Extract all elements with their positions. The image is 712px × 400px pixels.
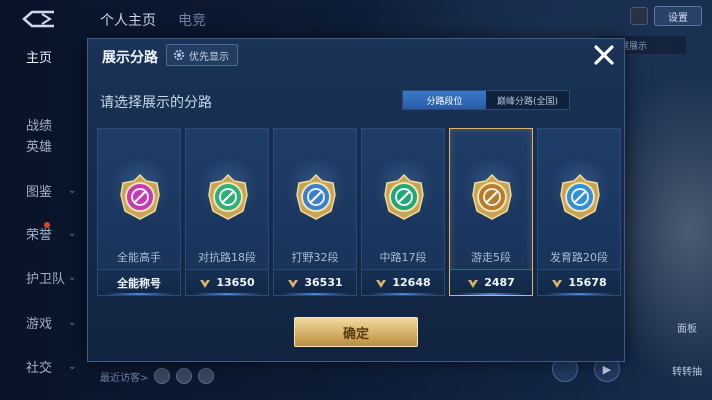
rank-emblem-icon [472, 173, 512, 220]
sidebar-item[interactable]: 护卫队 ⌄ [0, 264, 86, 290]
rank-emblem-icon [120, 173, 160, 220]
sidebar-item[interactable]: 图鉴 ⌄ [0, 177, 86, 203]
lane-score-bar: 13650 [186, 269, 268, 295]
lane-score: 13650 [216, 276, 255, 289]
bottom-right-panel[interactable]: 面板 转转抽 [672, 320, 702, 378]
rank-emblem-icon [560, 173, 600, 220]
sidebar-item[interactable]: 社交 ⌄ [0, 353, 86, 379]
lane-score-bar: 36531 [274, 269, 356, 295]
tab-lane-rank[interactable]: 分路段位 [403, 91, 486, 109]
card-underline [544, 293, 614, 295]
card-underline [192, 293, 262, 295]
sidebar-item-label: 护卫队 [26, 271, 66, 287]
top-tabs: 个人主页 电竞 [100, 10, 206, 30]
lane-score-bar: 15678 [538, 269, 620, 295]
lane-card-list: 全能高手 全能称号 对抗路18段 13650 打野32段 36531 中路17段 12648 游… [97, 128, 621, 296]
rank-emblem-icon [296, 173, 336, 220]
lane-name: 发育路20段 [550, 251, 608, 264]
rank-emblem-icon [384, 173, 424, 220]
chevron-down-icon: ⌄ [68, 271, 77, 283]
visitor-avatar[interactable] [198, 368, 215, 384]
sidebar-item[interactable]: 英雄 [0, 132, 86, 158]
lane-name: 游走5段 [471, 251, 511, 264]
sidebar: 主页 战绩 英雄 图鉴 ⌄ 荣誉 ⌄ 护卫队 ⌄ 游戏 ⌄ 社交 ⌄ [0, 0, 86, 400]
lane-name: 对抗路18段 [198, 251, 256, 264]
lane-name: 全能高手 [117, 251, 161, 264]
lane-card[interactable]: 中路17段 12648 [361, 128, 445, 296]
visitor-avatar[interactable] [154, 368, 171, 384]
lane-score: 全能称号 [117, 276, 161, 290]
lane-score: 12648 [392, 276, 431, 289]
lane-score: 36531 [304, 276, 343, 289]
card-underline [280, 293, 350, 295]
settings-button[interactable]: 设置 [654, 6, 702, 26]
confirm-button[interactable]: 确定 [294, 317, 418, 347]
lottery-label: 转转抽 [672, 367, 702, 378]
chevron-down-icon: ⌄ [68, 184, 77, 196]
lane-card[interactable]: 全能高手 全能称号 [97, 128, 181, 296]
notification-dot [44, 222, 50, 228]
sidebar-item[interactable]: 游戏 ⌄ [0, 309, 86, 335]
sidebar-item-label: 社交 [26, 360, 53, 376]
lane-score-bar: 全能称号 [98, 269, 180, 295]
lane-card[interactable]: 对抗路18段 13650 [185, 128, 269, 296]
lane-score: 2487 [484, 276, 515, 289]
sidebar-item-label: 战绩 [26, 118, 53, 134]
sidebar-item[interactable]: 主页 [0, 43, 86, 69]
sidebar-item-label: 英雄 [26, 139, 53, 155]
sidebar-item[interactable]: 荣誉 ⌄ [0, 220, 86, 246]
chevron-down-icon: ⌄ [68, 227, 77, 239]
avatar[interactable] [630, 7, 648, 25]
lane-card[interactable]: 打野32段 36531 [273, 128, 357, 296]
lane-card[interactable]: 发育路20段 15678 [537, 128, 621, 296]
recent-visitors[interactable]: 最近访客> [100, 368, 215, 384]
card-underline [368, 293, 438, 295]
sidebar-item-label: 图鉴 [26, 184, 53, 200]
gear-icon [173, 49, 185, 61]
close-button[interactable] [590, 41, 618, 69]
tab-esports[interactable]: 电竞 [178, 10, 206, 30]
chevron-down-icon: ⌄ [68, 360, 77, 372]
rank-wing-icon [552, 279, 563, 288]
lane-card[interactable]: 游走5段 2487 [449, 128, 533, 296]
rank-wing-icon [200, 279, 211, 288]
lane-name: 打野32段 [291, 251, 339, 264]
rank-emblem-icon [208, 173, 248, 220]
modal-subtitle: 请选择展示的分路 [100, 95, 212, 111]
panel-label: 面板 [677, 324, 697, 335]
lane-score: 15678 [568, 276, 607, 289]
priority-display-button[interactable]: 优先显示 [166, 44, 238, 66]
priority-label: 优先显示 [189, 51, 229, 63]
card-underline [104, 293, 174, 295]
card-underline [456, 293, 526, 295]
sidebar-item-label: 主页 [26, 50, 53, 66]
top-right-area: 设置 [630, 6, 702, 26]
visitors-label: 最近访客> [100, 372, 149, 384]
lane-display-modal: 展示分路 优先显示 请选择展示的分路 分路段位 巅峰分路(全国) 全能高手全能称… [87, 38, 625, 362]
visitor-avatar[interactable] [176, 368, 193, 384]
sidebar-item-label: 游戏 [26, 316, 53, 332]
lane-score-bar: 2487 [450, 269, 532, 295]
lane-type-toggle: 分路段位 巅峰分路(全国) [402, 90, 570, 110]
tab-profile[interactable]: 个人主页 [100, 10, 156, 30]
rank-wing-icon [288, 279, 299, 288]
tab-peak-lane[interactable]: 巅峰分路(全国) [486, 91, 569, 109]
back-icon[interactable] [20, 8, 60, 30]
close-icon [594, 45, 614, 65]
lane-name: 中路17段 [379, 251, 427, 264]
modal-title: 展示分路 [102, 50, 158, 66]
chevron-down-icon: ⌄ [68, 316, 77, 328]
lane-score-bar: 12648 [362, 269, 444, 295]
rank-wing-icon [376, 279, 387, 288]
rank-wing-icon [468, 279, 479, 288]
